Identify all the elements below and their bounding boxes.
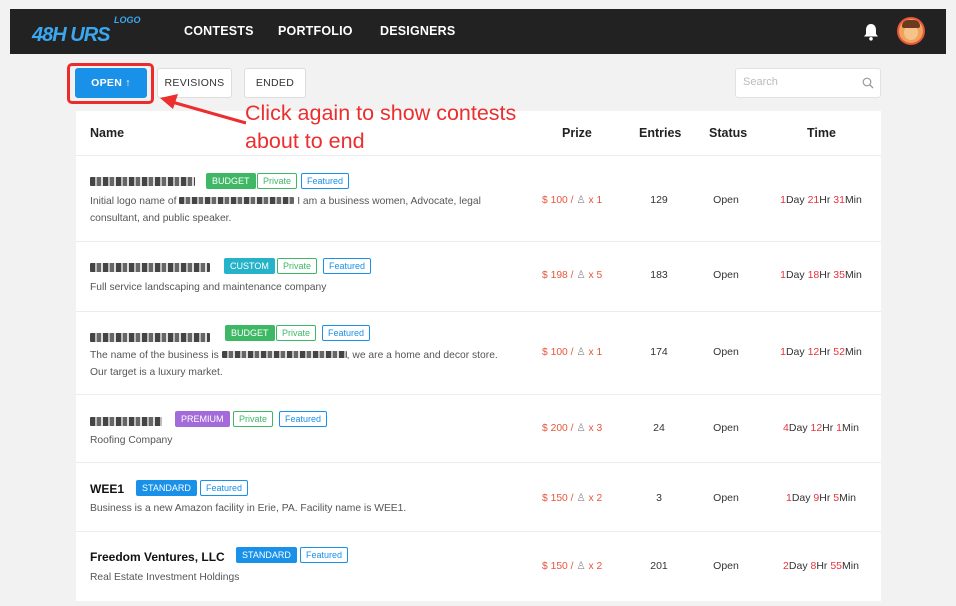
search-input[interactable] <box>743 76 853 88</box>
logo[interactable]: 48H URS LOGO <box>32 13 144 51</box>
column-header-prize[interactable]: Prize <box>562 126 592 140</box>
contest-description: Real Estate Investment Holdings <box>90 572 240 583</box>
contest-description: Roofing Company <box>90 435 173 446</box>
nav-contests[interactable]: CONTESTS <box>184 24 254 38</box>
badge-featured: Featured <box>200 480 249 496</box>
badge-featured: Featured <box>279 411 328 427</box>
badge-budget: BUDGET <box>206 173 256 189</box>
time-remaining: 1Day 18Hr 35Min <box>780 269 862 281</box>
table-row[interactable]: CUSTOM Private Featured Full service lan… <box>76 241 881 311</box>
search-icon[interactable] <box>862 77 874 89</box>
nav-designers[interactable]: DESIGNERS <box>380 24 455 38</box>
badge-private: Private <box>257 173 298 189</box>
badge-standard: STANDARD <box>236 547 297 563</box>
table-row[interactable]: BUDGET Private Featured Initial logo nam… <box>76 155 881 241</box>
tab-ended[interactable]: ENDED <box>244 68 306 98</box>
prize: $ 198 / ♙ x 5 <box>542 270 603 281</box>
contest-title-redacted[interactable] <box>90 261 210 275</box>
avatar[interactable] <box>897 17 925 45</box>
annotation-arrow-icon <box>160 94 247 125</box>
logo-sup-text: LOGO <box>114 15 141 25</box>
status-text: Open <box>713 269 739 281</box>
entries-count: 174 <box>650 346 668 358</box>
contests-table: Name Prize Entries Status Time BUDGET Pr… <box>76 111 881 601</box>
time-remaining: 2Day 8Hr 55Min <box>783 560 859 572</box>
badge-premium: PREMIUM <box>175 411 230 427</box>
prize: $ 150 / ♙ x 2 <box>542 493 603 504</box>
badge-standard: STANDARD <box>136 480 197 496</box>
badge-featured: Featured <box>300 547 349 563</box>
badge-budget: BUDGET <box>225 325 275 341</box>
time-remaining: 4Day 12Hr 1Min <box>783 422 859 434</box>
badge-private: Private <box>233 411 274 427</box>
badge-custom: CUSTOM <box>224 258 275 274</box>
entries-count: 183 <box>650 269 668 281</box>
column-header-time[interactable]: Time <box>807 126 836 140</box>
entries-count: 129 <box>650 194 668 206</box>
badge-featured: Featured <box>323 258 372 274</box>
contest-title-redacted[interactable] <box>90 331 210 345</box>
contest-description: The name of the business is , we are a h… <box>90 350 498 378</box>
contest-title-redacted[interactable] <box>90 175 195 189</box>
column-header-status[interactable]: Status <box>709 126 747 140</box>
table-row[interactable]: Freedom Ventures, LLC STANDARD Featured … <box>76 531 881 601</box>
time-remaining: 1Day 21Hr 31Min <box>780 194 862 206</box>
contest-description: Initial logo name of I am a business wom… <box>90 196 481 224</box>
status-text: Open <box>713 346 739 358</box>
badge-private: Private <box>276 325 317 341</box>
status-text: Open <box>713 492 739 504</box>
top-nav-bar: 48H URS LOGO CONTESTS PORTFOLIO DESIGNER… <box>10 9 946 54</box>
status-text: Open <box>713 422 739 434</box>
badge-private: Private <box>277 258 318 274</box>
contest-title[interactable]: WEE1 <box>90 482 124 496</box>
table-row[interactable]: PREMIUM Private Featured Roofing Company… <box>76 394 881 462</box>
status-text: Open <box>713 560 739 572</box>
search-box[interactable] <box>735 68 881 98</box>
contest-description: Business is a new Amazon facility in Eri… <box>90 503 407 514</box>
entries-count: 24 <box>653 422 665 434</box>
annotation-text: Click again to show contests about to en… <box>245 101 517 153</box>
prize: $ 100 / ♙ x 1 <box>542 347 603 358</box>
contest-title-redacted[interactable] <box>90 415 162 429</box>
contest-description: Full service landscaping and maintenance… <box>90 282 327 293</box>
column-header-name[interactable]: Name <box>90 126 124 140</box>
entries-count: 3 <box>656 492 662 504</box>
prize: $ 100 / ♙ x 1 <box>542 195 603 206</box>
nav-portfolio[interactable]: PORTFOLIO <box>278 24 353 38</box>
prize: $ 150 / ♙ x 2 <box>542 561 603 572</box>
time-remaining: 1Day 9Hr 5Min <box>785 492 857 504</box>
entries-count: 201 <box>650 560 668 572</box>
table-row[interactable]: WEE1 STANDARD Featured Business is a new… <box>76 462 881 531</box>
table-row[interactable]: BUDGET Private Featured The name of the … <box>76 311 881 394</box>
annotation-highlight-box <box>67 63 154 104</box>
contest-title[interactable]: Freedom Ventures, LLC <box>90 550 225 564</box>
status-text: Open <box>713 194 739 206</box>
badge-featured: Featured <box>301 173 350 189</box>
logo-text: 48H URS <box>32 24 110 46</box>
column-header-entries[interactable]: Entries <box>639 126 681 140</box>
bell-icon[interactable] <box>863 23 879 41</box>
badge-featured: Featured <box>322 325 371 341</box>
time-remaining: 1Day 12Hr 52Min <box>780 346 862 358</box>
prize: $ 200 / ♙ x 3 <box>542 423 603 434</box>
